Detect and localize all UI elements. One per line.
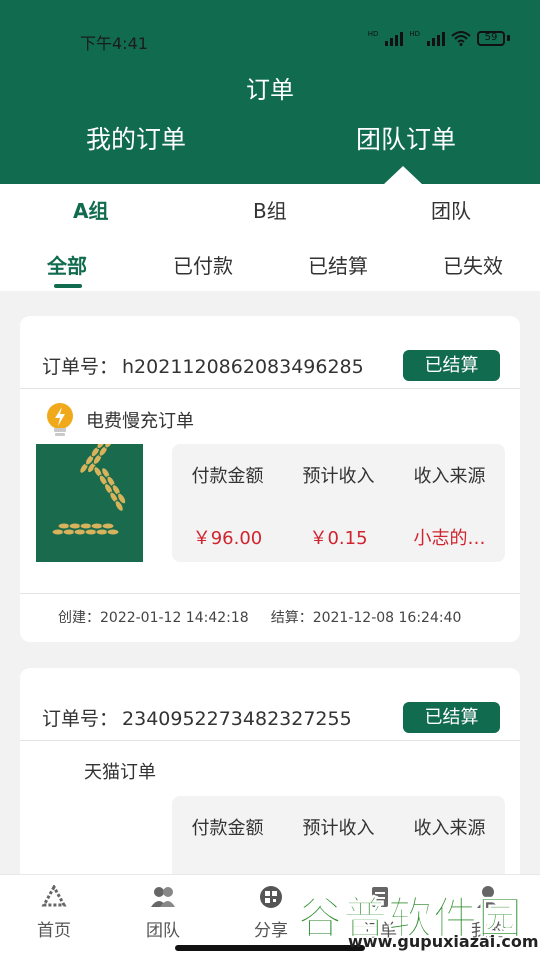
order-dates: 创建：2022-01-12 14:42:18 结算：2021-12-08 16:2…: [58, 607, 461, 627]
stat-label: 收入来源: [413, 818, 486, 839]
order-number-label: 订单号：: [42, 708, 119, 730]
order-card[interactable]: 订单号： 2340952273482327255 已结算 天猫订单 付款金额 预计…: [20, 668, 520, 898]
status-badge: 已结算: [403, 702, 500, 733]
stat-paid-amount: 付款金额 ￥96.00: [172, 462, 283, 550]
tab-my-orders[interactable]: 我的订单: [86, 120, 186, 156]
nav-label: 首页: [37, 921, 71, 941]
battery-icon: 59: [477, 30, 505, 46]
wifi-icon: [451, 31, 471, 46]
stat-label: 付款金额: [191, 466, 264, 487]
order-type-row: 电费慢充订单: [44, 402, 194, 438]
divider: [20, 740, 520, 741]
group-tab-a[interactable]: A组: [73, 195, 108, 224]
wheat-logo-icon: [41, 883, 67, 907]
stat-label: 收入来源: [413, 466, 486, 487]
filter-tab-all[interactable]: 全部: [47, 250, 87, 279]
stat-income-source: 收入来源: [394, 814, 505, 840]
tabs-area: A组 B组 团队 全部 已付款 已结算 已失效: [0, 184, 540, 291]
order-number: 2340952273482327255: [122, 708, 352, 730]
stat-income-source: 收入来源 小志的…: [394, 462, 505, 550]
stat-label: 付款金额: [191, 818, 264, 839]
filter-tab-expired[interactable]: 已失效: [443, 250, 503, 279]
status-bar: 下午4:41 HD HD 59: [0, 28, 540, 53]
order-type-row: 天猫订单: [84, 758, 156, 784]
tab-team-orders[interactable]: 团队订单: [356, 120, 456, 156]
nav-home[interactable]: 首页: [14, 883, 94, 941]
watermark: 谷普软件园 www.gupuxiazai.com: [298, 880, 539, 960]
stat-estimated-income: 预计收入: [283, 814, 394, 840]
group-tab-b[interactable]: B组: [253, 195, 287, 224]
filter-tab-paid[interactable]: 已付款: [173, 250, 233, 279]
stat-label: 预计收入: [302, 466, 375, 487]
stat-estimated-income: 预计收入 ￥0.15: [283, 462, 394, 550]
stat-value: ￥96.00: [192, 528, 263, 549]
hd-icon-2: HD: [409, 30, 420, 38]
hd-icon: HD: [367, 30, 379, 38]
status-badge: 已结算: [403, 350, 500, 381]
qr-share-icon: [260, 886, 282, 908]
stat-value: ￥0.15: [309, 528, 368, 549]
filter-tab-underline: [54, 284, 82, 288]
nav-label: 团队: [146, 921, 180, 941]
status-icons: HD HD 59: [368, 30, 510, 46]
watermark-url: www.gupuxiazai.com: [348, 932, 539, 951]
order-number-row: 订单号： 2340952273482327255: [42, 704, 352, 731]
group-tab-team[interactable]: 团队: [431, 195, 471, 224]
status-time: 下午4:41: [80, 34, 148, 53]
lightbulb-icon: [47, 403, 73, 436]
battery-tip: [507, 35, 510, 41]
order-number: h2021120862083496285: [122, 356, 364, 378]
signal-icon-2: [427, 30, 445, 46]
divider: [20, 593, 520, 594]
order-type: 电费慢充订单: [86, 411, 194, 432]
created-time: 创建：2022-01-12 14:42:18: [58, 610, 249, 626]
signal-icon: [385, 30, 404, 46]
stat-label: 预计收入: [302, 818, 375, 839]
header: 下午4:41 HD HD 59 订单 我的订单 团队订单: [0, 0, 540, 185]
divider: [20, 388, 520, 389]
filter-tab-settled[interactable]: 已结算: [308, 250, 368, 279]
active-tab-indicator: [383, 166, 423, 185]
order-stats-panel: 付款金额 ￥96.00 预计收入 ￥0.15 收入来源 小志的…: [172, 444, 505, 562]
settled-time: 结算：2021-12-08 16:24:40: [270, 610, 462, 626]
order-number-row: 订单号： h2021120862083496285: [42, 352, 364, 379]
nav-team[interactable]: 团队: [123, 885, 203, 941]
stat-value: 小志的…: [413, 528, 486, 549]
battery-level: 59: [484, 32, 498, 43]
order-number-label: 订单号：: [42, 356, 119, 378]
team-icon: [151, 887, 175, 907]
product-thumbnail: [36, 444, 143, 562]
page-title: 订单: [246, 76, 294, 104]
stat-paid-amount: 付款金额: [172, 814, 283, 840]
order-type: 天猫订单: [84, 762, 156, 783]
order-card[interactable]: 订单号： h2021120862083496285 已结算 电费慢充订单 付款金…: [20, 316, 520, 642]
